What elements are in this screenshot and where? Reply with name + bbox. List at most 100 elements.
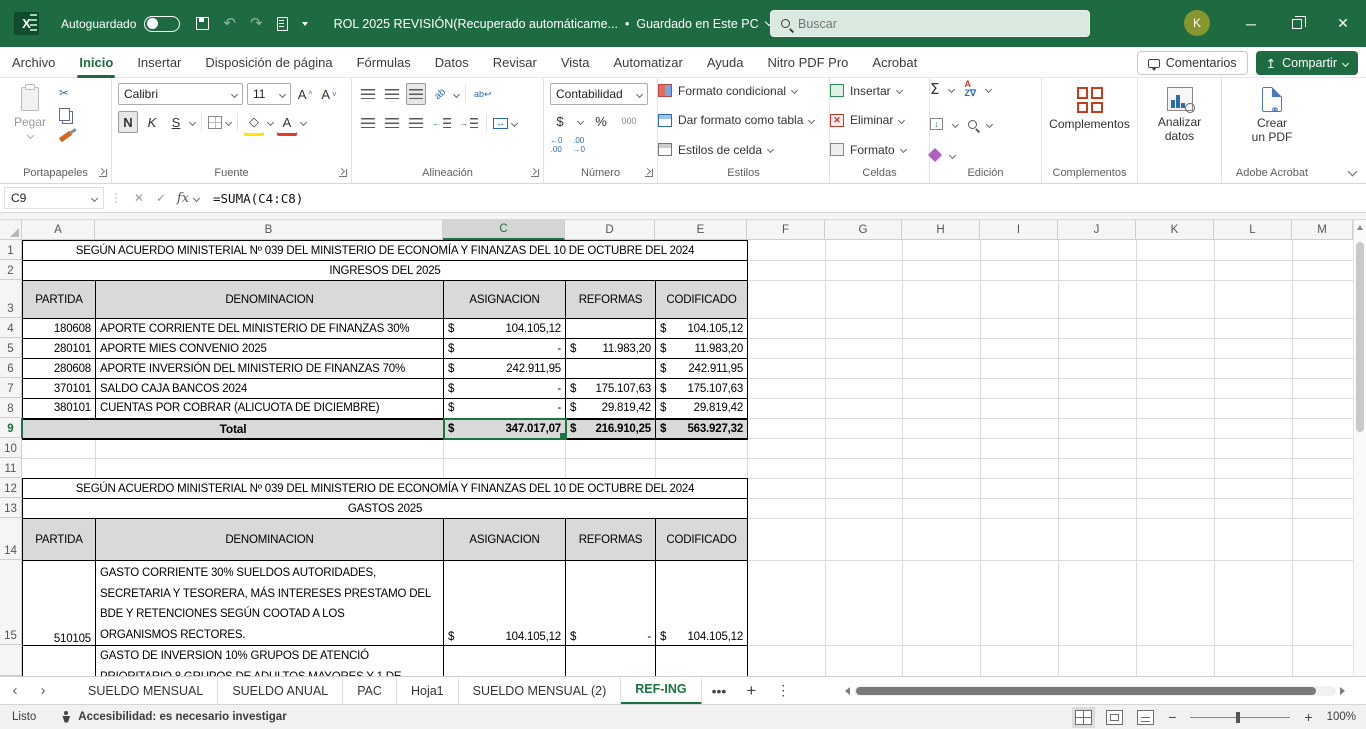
fill-color-icon[interactable]: ◇ (244, 111, 264, 133)
tab-formulas[interactable]: Fórmulas (345, 47, 423, 78)
row-header-11[interactable]: 11 (0, 458, 22, 478)
cell-asignacion[interactable]: $104.105,12 (444, 319, 566, 339)
header-partida[interactable]: PARTIDA (23, 519, 96, 561)
vertical-scroll-thumb[interactable] (1356, 242, 1364, 432)
sheet-tab-pac[interactable]: PAC (343, 677, 397, 705)
format-as-table-button[interactable]: Dar formato como tabla (658, 110, 829, 131)
column-header-k[interactable]: K (1136, 220, 1214, 240)
header-asignacion[interactable]: ASIGNACION (444, 519, 566, 561)
cancel-formula-icon[interactable]: ✕ (128, 191, 150, 205)
row-header-15[interactable]: 15 (0, 560, 22, 645)
header-reformas[interactable]: REFORMAS (566, 281, 656, 319)
sheet-tab-sueldo-mensual[interactable]: SUELDO MENSUAL (74, 677, 218, 705)
horizontal-scrollbar[interactable] (845, 684, 1345, 698)
cell-asignacion[interactable]: $- (444, 379, 566, 399)
grow-font-button[interactable]: A^ (295, 83, 315, 105)
new-sheet-icon[interactable]: + (736, 681, 766, 701)
zoom-out-icon[interactable]: − (1168, 709, 1176, 725)
page-layout-view-icon[interactable] (1106, 710, 1123, 725)
column-header-j[interactable]: J (1058, 220, 1136, 240)
sheet-tab-hoja1[interactable]: Hoja1 (397, 677, 459, 705)
cell-subtitle-ingresos[interactable]: INGRESOS DEL 2025 (23, 261, 748, 281)
header-asignacion[interactable]: ASIGNACION (444, 281, 566, 319)
row-header-2[interactable]: 2 (0, 260, 22, 280)
align-bottom-icon[interactable] (406, 83, 426, 105)
cell-codificado[interactable]: $11.983,20 (656, 339, 748, 359)
cell-partida[interactable]: 370101 (23, 379, 96, 399)
header-denominacion[interactable]: DENOMINACION (96, 519, 444, 561)
cell-denominacion[interactable]: GASTO DE INVERSION 10% GRUPOS DE ATENCIÓ… (96, 646, 444, 677)
analyze-data-button[interactable]: Analizar datos (1145, 83, 1215, 162)
redo-icon[interactable]: ↷ (250, 16, 263, 31)
cut-icon[interactable]: ✂ (59, 86, 72, 100)
column-header-d[interactable]: D (565, 220, 655, 240)
row-header-5[interactable]: 5 (0, 338, 22, 358)
cell-denominacion[interactable]: APORTE MIES CONVENIO 2025 (96, 339, 444, 359)
tab-ayuda[interactable]: Ayuda (695, 47, 756, 78)
more-sheets-icon[interactable]: ••• (702, 683, 737, 699)
borders-chevron-icon[interactable] (225, 118, 232, 125)
accounting-chevron-icon[interactable] (577, 117, 584, 124)
font-color-icon[interactable]: A (277, 111, 297, 133)
share-button[interactable]: ↥ Compartir (1256, 51, 1358, 75)
cell-c9-selected[interactable]: $347.017,07 (444, 419, 566, 439)
sheet-nav-right-icon[interactable]: › (30, 682, 56, 699)
insert-function-icon[interactable]: fx (172, 191, 194, 206)
autosum-icon[interactable]: Σ (930, 80, 939, 98)
zoom-slider[interactable] (1190, 717, 1290, 718)
borders-icon[interactable] (208, 116, 222, 129)
cell-denominacion[interactable]: APORTE CORRIENTE DEL MINISTERIO DE FINAN… (96, 319, 444, 339)
tab-archivo[interactable]: Archivo (0, 47, 67, 78)
save-icon[interactable] (196, 17, 209, 30)
header-partida[interactable]: PARTIDA (23, 281, 96, 319)
cell-subtitle-gastos[interactable]: GASTOS 2025 (23, 499, 748, 519)
copy-icon[interactable] (59, 108, 70, 121)
print-preview-icon[interactable] (277, 17, 288, 31)
format-cells-button[interactable]: Formato (830, 139, 929, 160)
scroll-up-icon[interactable] (1357, 225, 1363, 230)
column-header-f[interactable]: F (747, 220, 825, 240)
formula-bar-expand-icon[interactable] (193, 194, 200, 201)
row-header-3[interactable]: 3 (0, 280, 22, 318)
conditional-formatting-button[interactable]: Formato condicional (658, 80, 829, 101)
column-header-e[interactable]: E (655, 220, 747, 240)
cell-partida[interactable]: 380101 (23, 399, 96, 419)
restore-button[interactable] (1274, 0, 1320, 47)
cell-total-codificado[interactable]: $563.927,32 (656, 419, 748, 439)
tab-revisar[interactable]: Revisar (481, 47, 549, 78)
cell-reformas[interactable]: $29.819,42 (566, 399, 656, 419)
align-center-icon[interactable] (382, 112, 402, 134)
cell-title-gastos[interactable]: SEGÚN ACUERDO MINISTERIAL Nº 039 DEL MIN… (23, 479, 748, 499)
enter-formula-icon[interactable]: ✓ (150, 191, 172, 205)
header-reformas[interactable]: REFORMAS (566, 519, 656, 561)
column-header-a[interactable]: A (22, 220, 95, 240)
cell-codificado[interactable]: $29.819,42 (656, 399, 748, 419)
header-codificado[interactable]: CODIFICADO (656, 519, 748, 561)
formula-input[interactable]: =SUMA(C4:C8) (213, 191, 303, 206)
cell-codificado[interactable]: $104.105,12 (656, 319, 748, 339)
cell-asignacion[interactable] (444, 646, 566, 677)
column-header-h[interactable]: H (902, 220, 980, 240)
cell-partida[interactable]: 280608 (23, 359, 96, 379)
tab-vista[interactable]: Vista (549, 47, 602, 78)
cell-denominacion[interactable]: APORTE INVERSIÓN DEL MINISTERIO DE FINAN… (96, 359, 444, 379)
tab-insertar[interactable]: Insertar (125, 47, 193, 78)
normal-view-icon[interactable] (1075, 710, 1092, 725)
clear-icon[interactable] (928, 148, 942, 162)
font-name-combo[interactable]: Calibri (118, 83, 243, 105)
search-input[interactable] (798, 17, 1038, 31)
cell-denominacion[interactable]: GASTO CORRIENTE 30% SUELDOS AUTORIDADES,… (96, 561, 444, 646)
scroll-left-icon[interactable] (845, 687, 850, 695)
tab-inicio[interactable]: Inicio (67, 47, 125, 78)
cell-codificado[interactable]: $104.105,12 (656, 561, 748, 646)
decrease-indent-icon[interactable]: ← (430, 112, 453, 134)
create-pdf-button[interactable]: Crear un PDF (1242, 83, 1302, 162)
addins-button[interactable]: Complementos (1041, 83, 1138, 162)
zoom-level[interactable]: 100% (1327, 711, 1356, 723)
quick-access-toolbar-chevron-icon[interactable] (302, 22, 308, 26)
cell-reformas[interactable]: $- (566, 561, 656, 646)
alignment-dialog-launcher[interactable] (531, 169, 539, 177)
sort-filter-icon[interactable]: AZ∇ (964, 80, 976, 98)
cell-partida[interactable]: 180608 (23, 319, 96, 339)
accounting-format-icon[interactable]: $ (550, 110, 570, 132)
